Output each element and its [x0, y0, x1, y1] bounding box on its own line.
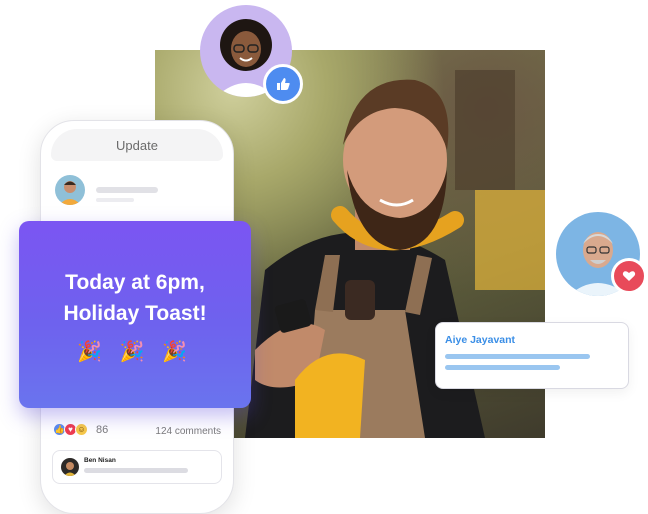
comment-text-placeholder: [84, 468, 188, 473]
update-title: Update: [116, 137, 158, 153]
name-card-name: Aiye Jayavant: [445, 334, 516, 346]
reaction-count: 86: [96, 423, 109, 436]
comments-link[interactable]: 124 comments: [155, 426, 221, 437]
name-card: Aiye Jayavant: [435, 322, 629, 389]
commenter-avatar: [61, 458, 79, 476]
phone-header: Update: [51, 129, 223, 161]
name-card-placeholder-2: [445, 365, 560, 370]
thumbs-up-icon: [263, 64, 303, 104]
comment-item[interactable]: Ben Nisan: [52, 450, 222, 484]
announcement-line-2: Holiday Toast!: [63, 302, 207, 325]
post-title-placeholder: [96, 187, 158, 193]
poster-avatar[interactable]: [55, 175, 85, 205]
name-card-placeholder-1: [445, 354, 590, 359]
announcement-line-1: Today at 6pm,: [65, 271, 205, 294]
commenter-name: Ben Nisan: [84, 457, 116, 464]
wow-emoji-icon: ☺: [75, 423, 88, 436]
heart-icon: [611, 258, 647, 294]
party-popper-icons: 🎉 🎉 🎉: [77, 341, 193, 363]
announcement-card: Today at 6pm, Holiday Toast! 🎉 🎉 🎉: [19, 221, 251, 408]
post-meta-placeholder: [96, 198, 134, 202]
reaction-bar[interactable]: 👍 ♥ ☺ 86: [53, 423, 108, 436]
